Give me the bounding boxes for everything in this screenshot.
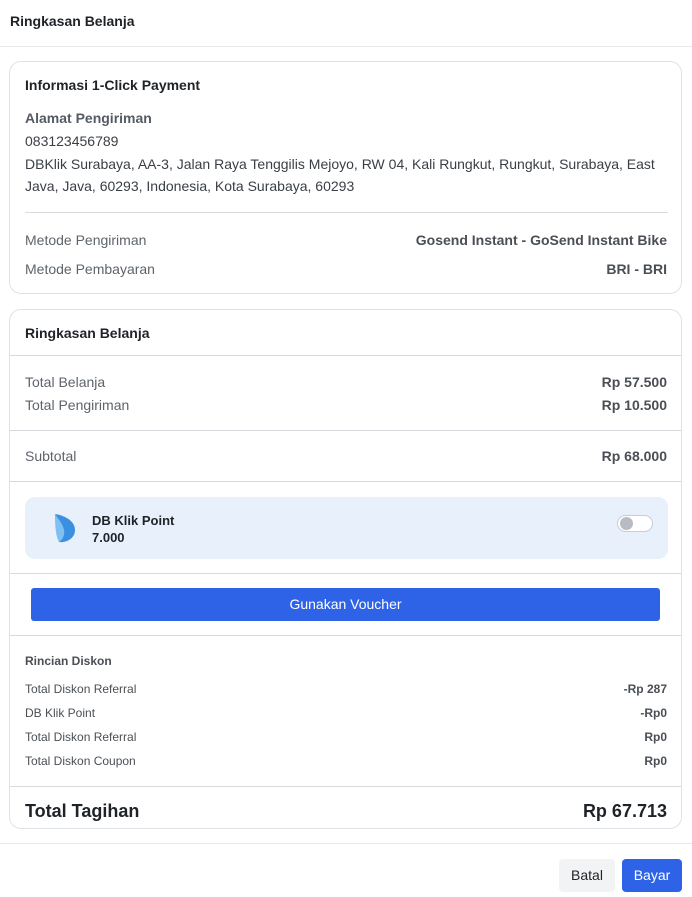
dialog-footer: Batal Bayar <box>0 843 692 897</box>
address-line-2: Java, Java, 60293, Indonesia, Kota Surab… <box>25 178 355 194</box>
toggle-knob <box>620 517 633 530</box>
point-value: 7.000 <box>92 530 125 545</box>
total-tagihan-label: Total Tagihan <box>25 801 140 821</box>
summary-title: Ringkasan Belanja <box>25 325 150 341</box>
total-pengiriman-label: Total Pengiriman <box>25 397 130 413</box>
divider <box>10 355 681 356</box>
payment-info-card: Informasi 1-Click Payment Alamat Pengiri… <box>9 61 682 294</box>
subtotal-value: Rp 68.000 <box>601 448 667 464</box>
use-point-toggle[interactable] <box>617 515 653 532</box>
discount-row-label: Total Diskon Coupon <box>25 754 136 768</box>
address-line-1: DBKlik Surabaya, AA-3, Jalan Raya Tenggi… <box>25 156 655 172</box>
divider <box>10 430 681 431</box>
shipping-method-value: Gosend Instant - GoSend Instant Bike <box>415 232 667 248</box>
payment-info-title: Informasi 1-Click Payment <box>25 77 201 93</box>
discount-title: Rincian Diskon <box>25 654 112 668</box>
discount-row-value: -Rp 287 <box>623 682 667 696</box>
use-voucher-button[interactable]: Gunakan Voucher <box>31 588 660 621</box>
discount-row-label: DB Klik Point <box>25 706 96 720</box>
total-tagihan-value: Rp 67.713 <box>582 801 667 821</box>
divider <box>10 786 681 787</box>
total-belanja-value: Rp 57.500 <box>601 374 667 390</box>
db-klik-logo-icon <box>55 514 75 543</box>
db-klik-point-box: DB Klik Point 7.000 <box>25 497 668 559</box>
discount-row-label: Total Diskon Referral <box>25 730 137 744</box>
divider <box>10 573 681 574</box>
summary-card: Ringkasan Belanja Total Belanja Rp 57.50… <box>9 309 682 829</box>
discount-row-value: Rp0 <box>644 730 667 744</box>
divider <box>10 635 681 636</box>
payment-method-value: BRI - BRI <box>606 261 667 277</box>
dialog-header: Ringkasan Belanja <box>0 0 692 47</box>
total-belanja-label: Total Belanja <box>25 374 106 390</box>
subtotal-label: Subtotal <box>25 448 77 464</box>
total-pengiriman-value: Rp 10.500 <box>601 397 667 413</box>
discount-row-label: Total Diskon Referral <box>25 682 137 696</box>
dialog-title: Ringkasan Belanja <box>10 13 135 29</box>
shipping-method-label: Metode Pengiriman <box>25 232 147 248</box>
payment-method-label: Metode Pembayaran <box>25 261 155 277</box>
address-label: Alamat Pengiriman <box>25 110 152 126</box>
divider <box>10 481 681 482</box>
divider <box>25 212 668 213</box>
pay-button[interactable]: Bayar <box>622 859 682 892</box>
discount-row-value: -Rp0 <box>640 706 667 720</box>
phone-number: 083123456789 <box>25 133 119 149</box>
cancel-button[interactable]: Batal <box>559 859 615 892</box>
discount-row-value: Rp0 <box>644 754 667 768</box>
point-name: DB Klik Point <box>92 513 175 528</box>
